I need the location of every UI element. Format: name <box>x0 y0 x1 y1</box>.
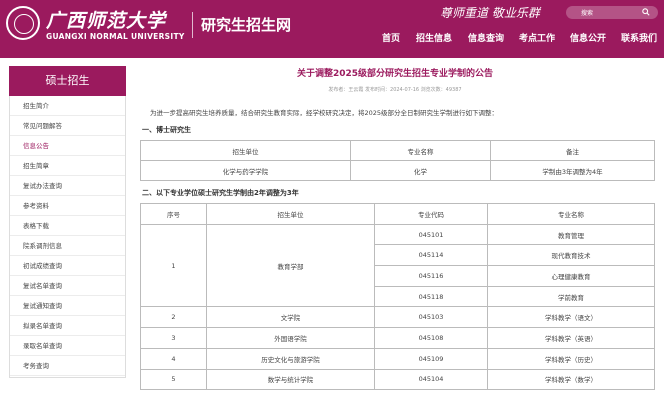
table-row: 5 数学与统计学院 045104 学科教学（数学） <box>140 368 655 391</box>
sidebar-item-brochure[interactable]: 招生简章 <box>10 156 125 176</box>
table-cell: 045116 <box>374 265 488 287</box>
table-cell: 045103 <box>374 306 488 329</box>
search-label: 搜索 <box>581 10 594 17</box>
logo-divider <box>192 12 193 38</box>
table-cell: 化学与药学学院 <box>140 160 351 181</box>
sidebar-item-initial-scores[interactable]: 初试成绩查询 <box>10 256 125 276</box>
table-cell: 学前教育 <box>487 285 655 308</box>
table-cell: 历史文化与旅游学院 <box>206 347 375 370</box>
table-cell: 3 <box>140 327 207 349</box>
table-header-cell: 招生单位 <box>206 203 375 225</box>
nav-contact-us[interactable]: 联系我们 <box>621 31 657 44</box>
table-cell: 1 <box>140 223 207 308</box>
table-cell: 5 <box>140 368 207 391</box>
site-header: 广西师范大学 GUANGXI NORMAL UNIVERSITY 研究生招生网 … <box>0 0 664 58</box>
search-icon[interactable] <box>642 8 650 16</box>
sidebar-item-intro[interactable]: 招生简介 <box>10 96 125 116</box>
table-header-cell: 序号 <box>140 203 207 225</box>
sidebar-item-retest-list[interactable]: 复试名单查询 <box>10 276 125 296</box>
table-row: 4 历史文化与旅游学院 045109 学科教学（历史） <box>140 347 655 370</box>
table-cell: 045118 <box>374 285 488 308</box>
sidebar-item-forms[interactable]: 表格下载 <box>10 216 125 236</box>
university-seal-icon[interactable] <box>6 6 40 40</box>
search-box[interactable]: 搜索 <box>566 6 658 19</box>
table-header-cell: 专业代码 <box>374 203 488 225</box>
table-header-row: 招生单位 专业名称 备注 <box>140 140 655 161</box>
table-cell: 045101 <box>374 223 488 246</box>
sidebar-item-retest-notice[interactable]: 复试通知查询 <box>10 296 125 316</box>
table-cell: 学科教学（历史） <box>487 347 655 370</box>
table-cell: 化学 <box>350 160 491 181</box>
table-cell: 4 <box>140 347 207 370</box>
section-heading-doctoral: 一、博士研究生 <box>142 126 191 134</box>
table-cell: 2 <box>140 306 207 329</box>
master-table: 序号 招生单位 专业代码 专业名称 1 教育学部 045101 教育管理 045… <box>140 203 655 391</box>
table-cell: 文学院 <box>206 306 375 329</box>
sidebar-item-announcements[interactable]: 信息公告 <box>10 136 125 156</box>
nav-exam-site-work[interactable]: 考点工作 <box>519 31 555 44</box>
sidebar-item-faq[interactable]: 常见问题解答 <box>10 116 125 136</box>
table-cell: 外国语学院 <box>206 327 375 349</box>
article-title: 关于调整2025级部分研究生招生专业学制的公告 <box>296 69 494 79</box>
table-cell: 045108 <box>374 327 488 349</box>
doctoral-table: 招生单位 专业名称 备注 化学与药学学院 化学 学制由3年调整为4年 <box>140 140 655 181</box>
table-cell: 现代教育技术 <box>487 244 655 267</box>
sidebar-item-adjustment[interactable]: 院系调剂信息 <box>10 236 125 256</box>
table-cell: 045114 <box>374 244 488 267</box>
table-cell: 045104 <box>374 368 488 391</box>
sidebar-title: 硕士招生 <box>9 66 126 96</box>
table-cell: 数学与统计学院 <box>206 368 375 391</box>
table-cell: 教育学部 <box>206 223 375 308</box>
nav-info-disclosure[interactable]: 信息公开 <box>570 31 606 44</box>
table-cell: 学制由3年调整为4年 <box>490 160 655 181</box>
table-header-row: 序号 招生单位 专业代码 专业名称 <box>140 203 655 225</box>
school-motto: 尊师重道 敬业乐群 <box>440 6 540 20</box>
table-header-cell: 专业名称 <box>487 203 655 225</box>
table-cell: 学科教学（英语） <box>487 327 655 349</box>
table-cell: 教育管理 <box>487 223 655 246</box>
table-cell: 心理健康教育 <box>487 265 655 287</box>
sidebar-menu: 招生简介 常见问题解答 信息公告 招生简章 复试办法查询 参考资料 表格下载 院… <box>9 96 126 378</box>
table-row: 1 教育学部 045101 教育管理 <box>140 223 655 308</box>
table-cell: 学科教学（语文） <box>487 306 655 329</box>
site-title: 研究生招生网 <box>201 16 292 34</box>
logo-chinese-name[interactable]: 广西师范大学 <box>46 6 166 33</box>
sidebar-item-exam-query[interactable]: 考务查询 <box>10 356 125 376</box>
table-cell: 045109 <box>374 347 488 370</box>
sidebar-item-retest-method[interactable]: 复试办法查询 <box>10 176 125 196</box>
logo-english-name[interactable]: GUANGXI NORMAL UNIVERSITY <box>46 32 185 41</box>
table-header-cell: 专业名称 <box>350 140 491 161</box>
sidebar-item-proposed-list[interactable]: 拟录名单查询 <box>10 316 125 336</box>
section-heading-master: 二、以下专业学位硕士研究生学制由2年调整为3年 <box>142 189 299 197</box>
nav-admission-info[interactable]: 招生信息 <box>416 31 452 44</box>
table-header-cell: 招生单位 <box>140 140 351 161</box>
table-row: 2 文学院 045103 学科教学（语文） <box>140 306 655 329</box>
table-header-cell: 备注 <box>490 140 655 161</box>
table-cell: 学科教学（数学） <box>487 368 655 391</box>
table-row: 3 外国语学院 045108 学科教学（英语） <box>140 327 655 349</box>
table-row: 化学与药学学院 化学 学制由3年调整为4年 <box>140 160 655 181</box>
nav-home[interactable]: 首页 <box>382 31 400 44</box>
article-meta: 发布者：王云霞 发布时间：2024-07-16 浏览次数：49387 <box>328 87 462 93</box>
nav-info-query[interactable]: 信息查询 <box>468 31 504 44</box>
sidebar-item-admitted-list[interactable]: 录取名单查询 <box>10 336 125 356</box>
sidebar-item-reference[interactable]: 参考资料 <box>10 196 125 216</box>
article-intro: 为进一步提高研究生培养质量，结合研究生教育实际，经学校研究决定，将2025级部分… <box>150 109 499 117</box>
